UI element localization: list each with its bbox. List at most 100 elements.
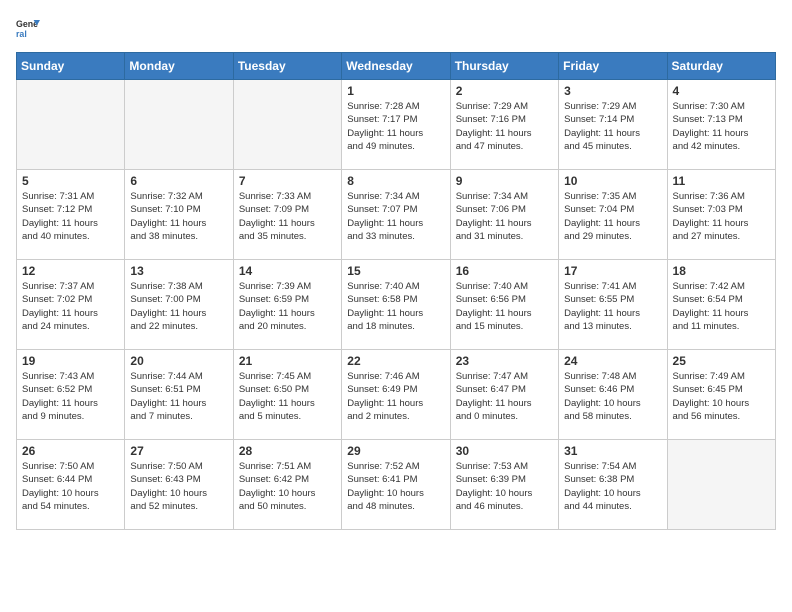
day-info: Sunrise: 7:32 AM Sunset: 7:10 PM Dayligh… (130, 190, 227, 243)
day-info: Sunrise: 7:54 AM Sunset: 6:38 PM Dayligh… (564, 460, 661, 513)
day-number: 30 (456, 444, 553, 458)
day-info: Sunrise: 7:50 AM Sunset: 6:44 PM Dayligh… (22, 460, 119, 513)
header-day-sunday: Sunday (17, 53, 125, 80)
day-number: 10 (564, 174, 661, 188)
header-day-thursday: Thursday (450, 53, 558, 80)
day-number: 9 (456, 174, 553, 188)
calendar-day-cell: 31 Sunrise: 7:54 AM Sunset: 6:38 PM Dayli… (559, 440, 667, 530)
calendar-day-cell: 6 Sunrise: 7:32 AM Sunset: 7:10 PM Daylig… (125, 170, 233, 260)
calendar-day-cell (17, 80, 125, 170)
calendar-table: SundayMondayTuesdayWednesdayThursdayFrid… (16, 52, 776, 530)
svg-text:ral: ral (16, 29, 27, 39)
day-number: 25 (673, 354, 770, 368)
calendar-day-cell: 17Sunrise: 7:41 AM Sunset: 6:55 PM Dayli… (559, 260, 667, 350)
day-number: 23 (456, 354, 553, 368)
day-info: Sunrise: 7:33 AM Sunset: 7:09 PM Dayligh… (239, 190, 336, 243)
day-info: Sunrise: 7:36 AM Sunset: 7:03 PM Dayligh… (673, 190, 770, 243)
calendar-day-cell (125, 80, 233, 170)
day-info: Sunrise: 7:29 AM Sunset: 7:14 PM Dayligh… (564, 100, 661, 153)
calendar-day-cell: 23 Sunrise: 7:47 AM Sunset: 6:47 PM Dayli… (450, 350, 558, 440)
header-day-tuesday: Tuesday (233, 53, 341, 80)
calendar-week-row: 1 Sunrise: 7:28 AM Sunset: 7:17 PM Daylig… (17, 80, 776, 170)
header-day-friday: Friday (559, 53, 667, 80)
day-info: Sunrise: 7:42 AM Sunset: 6:54 PM Dayligh… (673, 280, 770, 333)
day-info: Sunrise: 7:40 AM Sunset: 6:58 PM Dayligh… (347, 280, 444, 333)
calendar-day-cell: 19Sunrise: 7:43 AM Sunset: 6:52 PM Dayli… (17, 350, 125, 440)
day-info: Sunrise: 7:34 AM Sunset: 7:06 PM Dayligh… (456, 190, 553, 243)
calendar-day-cell: 3Sunrise: 7:29 AM Sunset: 7:14 PM Daylig… (559, 80, 667, 170)
header-day-saturday: Saturday (667, 53, 775, 80)
day-number: 31 (564, 444, 661, 458)
day-number: 26 (22, 444, 119, 458)
calendar-day-cell: 2Sunrise: 7:29 AM Sunset: 7:16 PM Daylig… (450, 80, 558, 170)
calendar-day-cell: 20 Sunrise: 7:44 AM Sunset: 6:51 PM Dayli… (125, 350, 233, 440)
day-number: 28 (239, 444, 336, 458)
calendar-day-cell: 7 Sunrise: 7:33 AM Sunset: 7:09 PM Daylig… (233, 170, 341, 260)
logo: Gene ral (16, 16, 44, 40)
calendar-day-cell: 5Sunrise: 7:31 AM Sunset: 7:12 PM Daylig… (17, 170, 125, 260)
day-number: 7 (239, 174, 336, 188)
day-number: 15 (347, 264, 444, 278)
day-number: 5 (22, 174, 119, 188)
day-info: Sunrise: 7:47 AM Sunset: 6:47 PM Dayligh… (456, 370, 553, 423)
day-info: Sunrise: 7:41 AM Sunset: 6:55 PM Dayligh… (564, 280, 661, 333)
day-info: Sunrise: 7:50 AM Sunset: 6:43 PM Dayligh… (130, 460, 227, 513)
calendar-day-cell: 14Sunrise: 7:39 AM Sunset: 6:59 PM Dayli… (233, 260, 341, 350)
logo-icon: Gene ral (16, 16, 40, 40)
day-number: 16 (456, 264, 553, 278)
header-day-wednesday: Wednesday (342, 53, 450, 80)
day-number: 27 (130, 444, 227, 458)
calendar-day-cell: 24 Sunrise: 7:48 AM Sunset: 6:46 PM Dayli… (559, 350, 667, 440)
calendar-day-cell (667, 440, 775, 530)
calendar-day-cell: 25 Sunrise: 7:49 AM Sunset: 6:45 PM Dayli… (667, 350, 775, 440)
calendar-day-cell: 16 Sunrise: 7:40 AM Sunset: 6:56 PM Dayli… (450, 260, 558, 350)
calendar-day-cell: 1 Sunrise: 7:28 AM Sunset: 7:17 PM Daylig… (342, 80, 450, 170)
calendar-day-cell: 15 Sunrise: 7:40 AM Sunset: 6:58 PM Dayli… (342, 260, 450, 350)
day-number: 11 (673, 174, 770, 188)
day-number: 8 (347, 174, 444, 188)
day-number: 12 (22, 264, 119, 278)
day-info: Sunrise: 7:45 AM Sunset: 6:50 PM Dayligh… (239, 370, 336, 423)
calendar-day-cell: 10 Sunrise: 7:35 AM Sunset: 7:04 PM Dayli… (559, 170, 667, 260)
calendar-day-cell: 11 Sunrise: 7:36 AM Sunset: 7:03 PM Dayli… (667, 170, 775, 260)
calendar-day-cell (233, 80, 341, 170)
day-info: Sunrise: 7:37 AM Sunset: 7:02 PM Dayligh… (22, 280, 119, 333)
day-number: 20 (130, 354, 227, 368)
header: Gene ral (16, 16, 776, 40)
day-info: Sunrise: 7:51 AM Sunset: 6:42 PM Dayligh… (239, 460, 336, 513)
day-info: Sunrise: 7:43 AM Sunset: 6:52 PM Dayligh… (22, 370, 119, 423)
day-info: Sunrise: 7:34 AM Sunset: 7:07 PM Dayligh… (347, 190, 444, 243)
day-number: 1 (347, 84, 444, 98)
calendar-day-cell: 22Sunrise: 7:46 AM Sunset: 6:49 PM Dayli… (342, 350, 450, 440)
calendar-day-cell: 8 Sunrise: 7:34 AM Sunset: 7:07 PM Daylig… (342, 170, 450, 260)
header-day-monday: Monday (125, 53, 233, 80)
day-info: Sunrise: 7:28 AM Sunset: 7:17 PM Dayligh… (347, 100, 444, 153)
day-number: 21 (239, 354, 336, 368)
calendar-day-cell: 21 Sunrise: 7:45 AM Sunset: 6:50 PM Dayli… (233, 350, 341, 440)
calendar-day-cell: 9 Sunrise: 7:34 AM Sunset: 7:06 PM Daylig… (450, 170, 558, 260)
day-info: Sunrise: 7:49 AM Sunset: 6:45 PM Dayligh… (673, 370, 770, 423)
day-number: 24 (564, 354, 661, 368)
day-info: Sunrise: 7:38 AM Sunset: 7:00 PM Dayligh… (130, 280, 227, 333)
day-number: 29 (347, 444, 444, 458)
calendar-day-cell: 12 Sunrise: 7:37 AM Sunset: 7:02 PM Dayli… (17, 260, 125, 350)
day-number: 6 (130, 174, 227, 188)
day-info: Sunrise: 7:35 AM Sunset: 7:04 PM Dayligh… (564, 190, 661, 243)
day-info: Sunrise: 7:48 AM Sunset: 6:46 PM Dayligh… (564, 370, 661, 423)
day-info: Sunrise: 7:39 AM Sunset: 6:59 PM Dayligh… (239, 280, 336, 333)
day-number: 4 (673, 84, 770, 98)
day-info: Sunrise: 7:40 AM Sunset: 6:56 PM Dayligh… (456, 280, 553, 333)
calendar-week-row: 12 Sunrise: 7:37 AM Sunset: 7:02 PM Dayli… (17, 260, 776, 350)
calendar-week-row: 19Sunrise: 7:43 AM Sunset: 6:52 PM Dayli… (17, 350, 776, 440)
day-info: Sunrise: 7:29 AM Sunset: 7:16 PM Dayligh… (456, 100, 553, 153)
calendar-day-cell: 18 Sunrise: 7:42 AM Sunset: 6:54 PM Dayli… (667, 260, 775, 350)
calendar-day-cell: 26 Sunrise: 7:50 AM Sunset: 6:44 PM Dayli… (17, 440, 125, 530)
day-number: 18 (673, 264, 770, 278)
day-number: 22 (347, 354, 444, 368)
day-info: Sunrise: 7:53 AM Sunset: 6:39 PM Dayligh… (456, 460, 553, 513)
calendar-day-cell: 28 Sunrise: 7:51 AM Sunset: 6:42 PM Dayli… (233, 440, 341, 530)
day-info: Sunrise: 7:44 AM Sunset: 6:51 PM Dayligh… (130, 370, 227, 423)
calendar-day-cell: 13Sunrise: 7:38 AM Sunset: 7:00 PM Dayli… (125, 260, 233, 350)
calendar-day-cell: 4Sunrise: 7:30 AM Sunset: 7:13 PM Daylig… (667, 80, 775, 170)
calendar-week-row: 5Sunrise: 7:31 AM Sunset: 7:12 PM Daylig… (17, 170, 776, 260)
